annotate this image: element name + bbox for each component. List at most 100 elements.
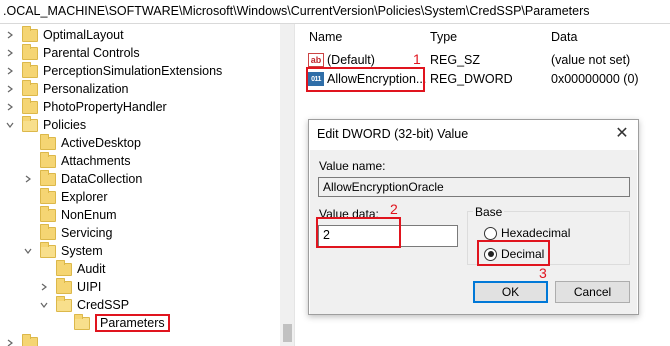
chevron-down-icon[interactable] [22,245,34,257]
tree-item-label: PhotoPropertyHandler [43,100,167,114]
hexadecimal-radio[interactable]: Hexadecimal [484,226,570,240]
folder-icon [22,97,38,114]
address-path: .OCAL_MACHINE\SOFTWARE\Microsoft\Windows… [3,4,590,18]
cancel-label: Cancel [573,285,612,299]
tree-item-label: OptimalLayout [43,28,124,42]
folder-icon [40,223,56,240]
folder-open-icon [74,313,90,330]
value-type: REG_DWORD [430,72,513,86]
annotation-step2: 2 [390,201,398,217]
column-header-name[interactable]: Name [309,30,342,44]
tree-item-label: Explorer [61,190,108,204]
tree-item-perception[interactable]: PerceptionSimulationExtensions [4,61,222,80]
tree-item-policies[interactable]: Policies [4,115,87,134]
folder-icon [22,79,38,96]
tree-item-label: CredSSP [77,298,130,312]
folder-icon [40,151,56,168]
tree-item-label: Policies [43,118,87,132]
tree-item-label: UIPI [77,280,102,294]
chevron-right-icon[interactable] [38,281,50,293]
annotation-step3: 3 [539,265,547,281]
value-data: 0x00000000 (0) [551,72,639,86]
tree-item-activedesktop[interactable]: ActiveDesktop [22,133,141,152]
tree-item-label: Personalization [43,82,129,96]
chevron-down-icon[interactable] [4,119,16,131]
chevron-down-icon[interactable] [38,299,50,311]
value-data: (value not set) [551,53,631,67]
chevron-right-icon[interactable] [4,29,16,41]
folder-icon [56,259,72,276]
folder-open-icon [40,241,56,258]
string-value-icon: ab [308,53,324,67]
tree-item-label: System [61,244,103,258]
registry-tree: OptimalLayout Parental Controls Percepti… [0,24,295,346]
tree-item-explorer[interactable]: Explorer [22,187,108,206]
tree-item-label: Attachments [61,154,131,168]
dialog-body: Value name: AllowEncryptionOracle Value … [310,150,637,314]
tree-item-parental-controls[interactable]: Parental Controls [4,43,140,62]
tree-item-label: ActiveDesktop [61,136,141,150]
edit-dword-dialog: Edit DWORD (32-bit) Value ✕ Value name: … [308,119,639,315]
column-header-data[interactable]: Data [551,30,577,44]
radio-unchecked-icon [484,226,497,240]
tree-item-parameters[interactable]: Parameters [56,313,170,332]
address-bar[interactable]: .OCAL_MACHINE\SOFTWARE\Microsoft\Windows… [0,0,670,24]
tree-item-attachments[interactable]: Attachments [22,151,131,170]
cancel-button[interactable]: Cancel [555,281,630,303]
tree-item-photopropertyhandler[interactable]: PhotoPropertyHandler [4,97,167,116]
value-name-field: AllowEncryptionOracle [318,177,630,197]
highlight-box-step2 [316,217,401,248]
tree-item-datacollection[interactable]: DataCollection [22,169,143,188]
tree-item-label: Servicing [61,226,113,240]
value-type: REG_SZ [430,53,481,67]
column-header-type[interactable]: Type [430,30,457,44]
chevron-right-icon[interactable] [4,337,16,346]
tree-item-uipi[interactable]: UIPI [38,277,102,296]
close-icon[interactable]: ✕ [611,123,633,143]
folder-icon [22,333,38,346]
tree-item-personalization[interactable]: Personalization [4,79,129,98]
tree-item-system[interactable]: System [22,241,103,260]
folder-icon [22,43,38,60]
tree-item-nonenum[interactable]: NonEnum [22,205,117,224]
chevron-right-icon[interactable] [4,83,16,95]
highlight-box-step3 [477,240,550,266]
dialog-title: Edit DWORD (32-bit) Value [317,127,469,141]
tree-item-partial[interactable] [4,333,43,346]
tree-scrollbar[interactable] [280,24,294,346]
scrollbar-thumb[interactable] [283,324,292,342]
folder-icon [22,61,38,78]
selected-tree-item-label: Parameters [95,314,170,332]
highlight-box-step1 [306,67,425,92]
tree-item-label: NonEnum [61,208,117,222]
folder-icon [40,169,56,186]
folder-icon [40,205,56,222]
tree-item-label: DataCollection [61,172,143,186]
folder-icon [22,25,38,42]
ok-label: OK [501,285,520,299]
tree-item-credssp[interactable]: CredSSP [38,295,130,314]
value-name-text: AllowEncryptionOracle [323,180,444,194]
tree-item-optimallayout[interactable]: OptimalLayout [4,25,124,44]
tree-item-audit[interactable]: Audit [38,259,106,278]
tree-item-servicing[interactable]: Servicing [22,223,113,242]
chevron-right-icon[interactable] [22,173,34,185]
tree-item-label: Parental Controls [43,46,140,60]
folder-open-icon [56,295,72,312]
chevron-right-icon[interactable] [4,101,16,113]
ok-button[interactable]: OK [473,281,548,303]
tree-item-label: Audit [77,262,106,276]
folder-icon [40,187,56,204]
chevron-right-icon[interactable] [4,65,16,77]
folder-icon [56,277,72,294]
base-label: Base [473,205,505,219]
folder-open-icon [22,115,38,132]
chevron-right-icon[interactable] [4,47,16,59]
